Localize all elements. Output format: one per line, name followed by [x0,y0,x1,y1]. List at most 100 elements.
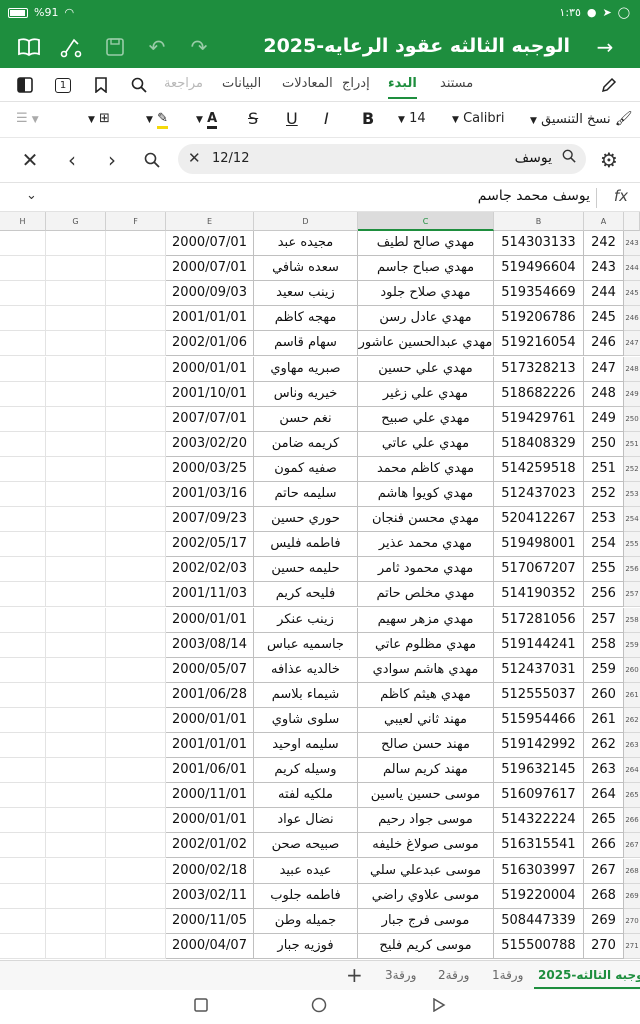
cell-b[interactable]: 519142992 [494,733,584,759]
highlight-color-icon[interactable]: ▼ ✎ [146,111,168,129]
cell-f[interactable] [106,783,166,809]
cell-f[interactable] [106,908,166,934]
cell-g[interactable] [46,707,106,733]
cell-d[interactable]: شيماء بلاسم [254,682,358,708]
tab-insert[interactable]: إدراج [342,76,370,91]
cell-c[interactable]: مهدي علي حسين [358,356,494,382]
cell-d[interactable]: جميله وطن [254,908,358,934]
cell-h[interactable] [0,682,46,708]
search-icon[interactable] [128,74,150,96]
cell-g[interactable] [46,281,106,307]
cell-b[interactable]: 514322224 [494,808,584,834]
cell-c[interactable]: مهدي محسن فنجان [358,507,494,533]
cell-h[interactable] [0,557,46,583]
cell-e[interactable]: 2007/09/23 [166,507,254,533]
cell-g[interactable] [46,331,106,357]
cell-f[interactable] [106,833,166,859]
cell-f[interactable] [106,808,166,834]
cell-g[interactable] [46,532,106,558]
cell-a[interactable]: 267 [584,858,624,884]
cell-h[interactable] [0,482,46,508]
cell-c[interactable]: مهدي صباح جاسم [358,256,494,282]
italic-icon[interactable]: I [324,109,329,128]
cell-a[interactable]: 257 [584,607,624,633]
cell-g[interactable] [46,657,106,683]
cell-d[interactable]: فليحه كريم [254,582,358,608]
cell-c[interactable]: مهدي عادل رسن [358,306,494,332]
cell-f[interactable] [106,582,166,608]
cell-d[interactable]: فوزيه جبار [254,933,358,959]
add-sheet-icon[interactable]: + [346,963,363,987]
cell-g[interactable] [46,733,106,759]
cell-h[interactable] [0,582,46,608]
cell-h[interactable] [0,933,46,959]
cell-b[interactable]: 519498001 [494,532,584,558]
cell-a[interactable]: 245 [584,306,624,332]
row-header[interactable]: 261 [624,682,640,708]
cell-d[interactable]: نضال عواد [254,808,358,834]
cell-h[interactable] [0,231,46,257]
cell-d[interactable]: وسيله كريم [254,758,358,784]
row-header[interactable]: 260 [624,657,640,683]
sheet-tab-2[interactable]: ورقة2 [438,968,469,982]
row-header[interactable]: 269 [624,883,640,909]
tab-data[interactable]: البيانات [222,76,261,91]
cell-f[interactable] [106,607,166,633]
back-nav-icon[interactable] [432,997,446,1017]
cell-h[interactable] [0,456,46,482]
cell-d[interactable]: كريمه ضامن [254,431,358,457]
cell-f[interactable] [106,356,166,382]
underline-icon[interactable]: U [286,109,298,128]
cell-d[interactable]: حليمه حسين [254,557,358,583]
cell-a[interactable]: 243 [584,256,624,282]
cell-c[interactable]: مهدي محمود ثامر [358,557,494,583]
cell-f[interactable] [106,657,166,683]
cell-b[interactable]: 518682226 [494,381,584,407]
row-header[interactable]: 264 [624,758,640,784]
cell-d[interactable]: جاسميه عباس [254,632,358,658]
cell-h[interactable] [0,908,46,934]
panel-toggle-icon[interactable] [14,74,36,96]
tab-formulas[interactable]: المعادلات [282,76,333,91]
cell-c[interactable]: مهدي عبدالحسين عاشور [358,331,494,357]
cell-c[interactable]: مهدي صالح لطيف [358,231,494,257]
cell-g[interactable] [46,908,106,934]
row-header[interactable]: 265 [624,783,640,809]
cell-e[interactable]: 2000/07/01 [166,231,254,257]
cell-g[interactable] [46,381,106,407]
cell-h[interactable] [0,356,46,382]
cell-h[interactable] [0,607,46,633]
column-header-h[interactable]: H [0,212,46,231]
cell-c[interactable]: مهدي كاظم محمد [358,456,494,482]
cell-d[interactable]: مجيده عبد [254,231,358,257]
cell-h[interactable] [0,783,46,809]
row-header[interactable]: 255 [624,532,640,558]
cell-b[interactable]: 519220004 [494,883,584,909]
cell-e[interactable]: 2000/01/01 [166,808,254,834]
cell-c[interactable]: موسى فرج جبار [358,908,494,934]
cell-a[interactable]: 260 [584,682,624,708]
cell-d[interactable]: فاطمه فليس [254,532,358,558]
cell-d[interactable]: فاطمه جلوب [254,883,358,909]
row-header[interactable]: 247 [624,331,640,357]
cell-d[interactable]: سلوى شاوي [254,707,358,733]
expand-formula-icon[interactable]: ⌄ [26,188,37,203]
cell-a[interactable]: 242 [584,231,624,257]
previous-result-icon[interactable]: ‹ [60,148,84,172]
column-header-e[interactable]: E [166,212,254,231]
cell-e[interactable]: 2001/03/16 [166,482,254,508]
cell-h[interactable] [0,833,46,859]
bold-icon[interactable]: B [362,109,374,128]
row-header[interactable]: 262 [624,707,640,733]
tab-document[interactable]: مستند [440,76,473,91]
cell-e[interactable]: 2003/02/20 [166,431,254,457]
cell-e[interactable]: 2001/10/01 [166,381,254,407]
cell-a[interactable]: 258 [584,632,624,658]
cell-f[interactable] [106,933,166,959]
cell-d[interactable]: سليمه حاتم [254,482,358,508]
cell-e[interactable]: 2000/09/03 [166,281,254,307]
strikethrough-icon[interactable]: S [248,109,258,128]
cell-a[interactable]: 248 [584,381,624,407]
cell-f[interactable] [106,381,166,407]
cell-b[interactable]: 512437031 [494,657,584,683]
